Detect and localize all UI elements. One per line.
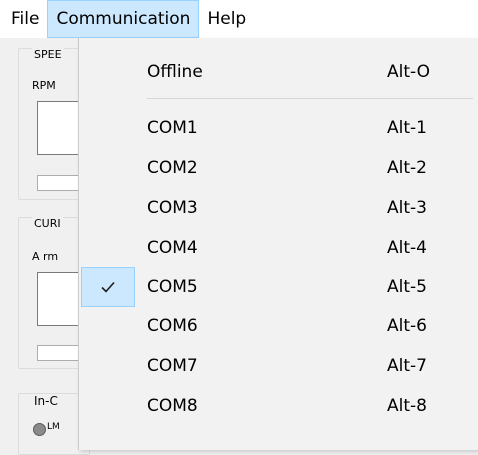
menu-item-label: COM3: [147, 198, 198, 218]
menu-item-label: COM7: [147, 356, 198, 376]
menu-item-com4[interactable]: COM4 Alt-4: [79, 228, 478, 268]
inc-group-title: In-C: [32, 394, 60, 408]
menu-item-label: Offline: [147, 62, 203, 82]
menu-item-label: COM4: [147, 238, 198, 258]
menu-item-shortcut: Alt-2: [387, 158, 427, 178]
menu-item-label: COM1: [147, 118, 198, 138]
menu-file-label: File: [11, 9, 40, 29]
menu-item-offline[interactable]: Offline Alt-O: [79, 52, 478, 92]
menu-item-shortcut: Alt-7: [387, 356, 427, 376]
menu-item-label: COM5: [147, 277, 198, 297]
menu-item-shortcut: Alt-1: [387, 118, 427, 138]
menu-item-com6[interactable]: COM6 Alt-6: [79, 306, 478, 346]
menu-item-com1[interactable]: COM1 Alt-1: [79, 108, 478, 148]
menu-item-com2[interactable]: COM2 Alt-2: [79, 148, 478, 188]
menu-item-label: COM8: [147, 396, 198, 416]
check-icon: [101, 281, 115, 293]
menu-separator: [147, 98, 473, 99]
menu-item-com7[interactable]: COM7 Alt-7: [79, 346, 478, 386]
current-group-title: CURI: [32, 217, 63, 230]
menu-communication[interactable]: Communication: [47, 0, 200, 38]
lm-radio[interactable]: [33, 423, 46, 436]
menu-communication-label: Communication: [56, 9, 191, 29]
amps-label: A rm: [32, 250, 59, 263]
speed-group-title: SPEE: [32, 48, 64, 61]
menu-item-label: COM2: [147, 158, 198, 178]
menu-item-shortcut: Alt-O: [387, 62, 431, 82]
menu-file[interactable]: File: [3, 0, 47, 38]
menu-help[interactable]: Help: [199, 0, 254, 38]
menu-item-com3[interactable]: COM3 Alt-3: [79, 188, 478, 228]
check-cell: [81, 267, 135, 307]
menu-help-label: Help: [207, 9, 247, 29]
menu-item-shortcut: Alt-5: [387, 277, 427, 297]
menu-item-shortcut: Alt-4: [387, 238, 427, 258]
menu-bar: File Communication Help: [0, 0, 478, 38]
rpm-label: RPM: [32, 79, 56, 92]
menu-item-shortcut: Alt-6: [387, 316, 427, 336]
menu-item-shortcut: Alt-3: [387, 198, 427, 218]
lm-radio-label: LM: [47, 422, 60, 432]
menu-item-com8[interactable]: COM8 Alt-8: [79, 386, 478, 426]
communication-dropdown: Offline Alt-O COM1 Alt-1 COM2 Alt-2 COM3…: [78, 38, 478, 450]
menu-item-com5[interactable]: COM5 Alt-5: [79, 267, 478, 307]
menu-item-shortcut: Alt-8: [387, 396, 427, 416]
menu-item-label: COM6: [147, 316, 198, 336]
